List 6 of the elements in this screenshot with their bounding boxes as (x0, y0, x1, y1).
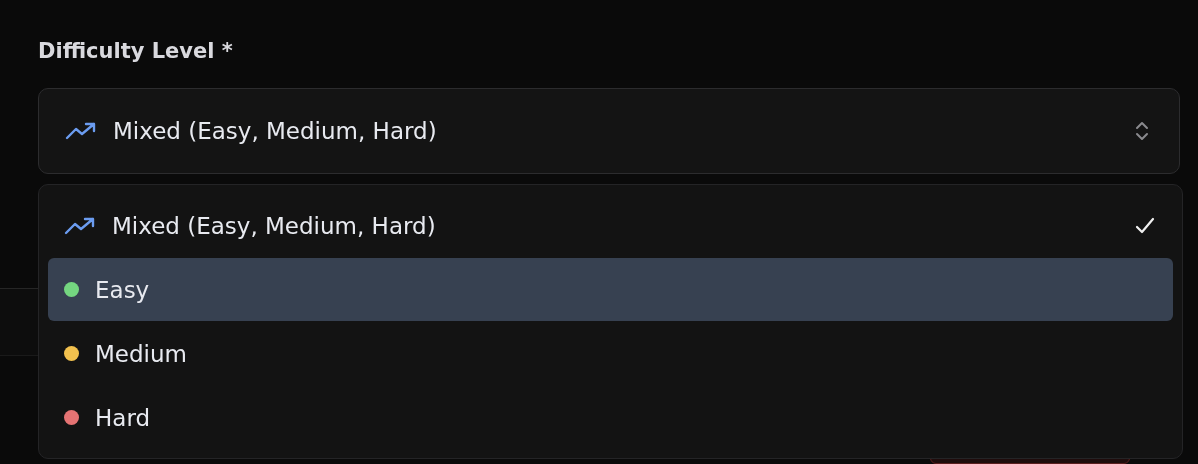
dropdown-option[interactable]: Easy (48, 258, 1173, 321)
field-label: Difficulty Level * (38, 38, 234, 65)
dropdown-option[interactable]: Hard (48, 386, 1173, 449)
dropdown-option[interactable]: Medium (48, 322, 1173, 385)
difficulty-select[interactable]: Mixed (Easy, Medium, Hard) (38, 88, 1180, 174)
dropdown-option[interactable]: Mixed (Easy, Medium, Hard) (48, 194, 1173, 257)
